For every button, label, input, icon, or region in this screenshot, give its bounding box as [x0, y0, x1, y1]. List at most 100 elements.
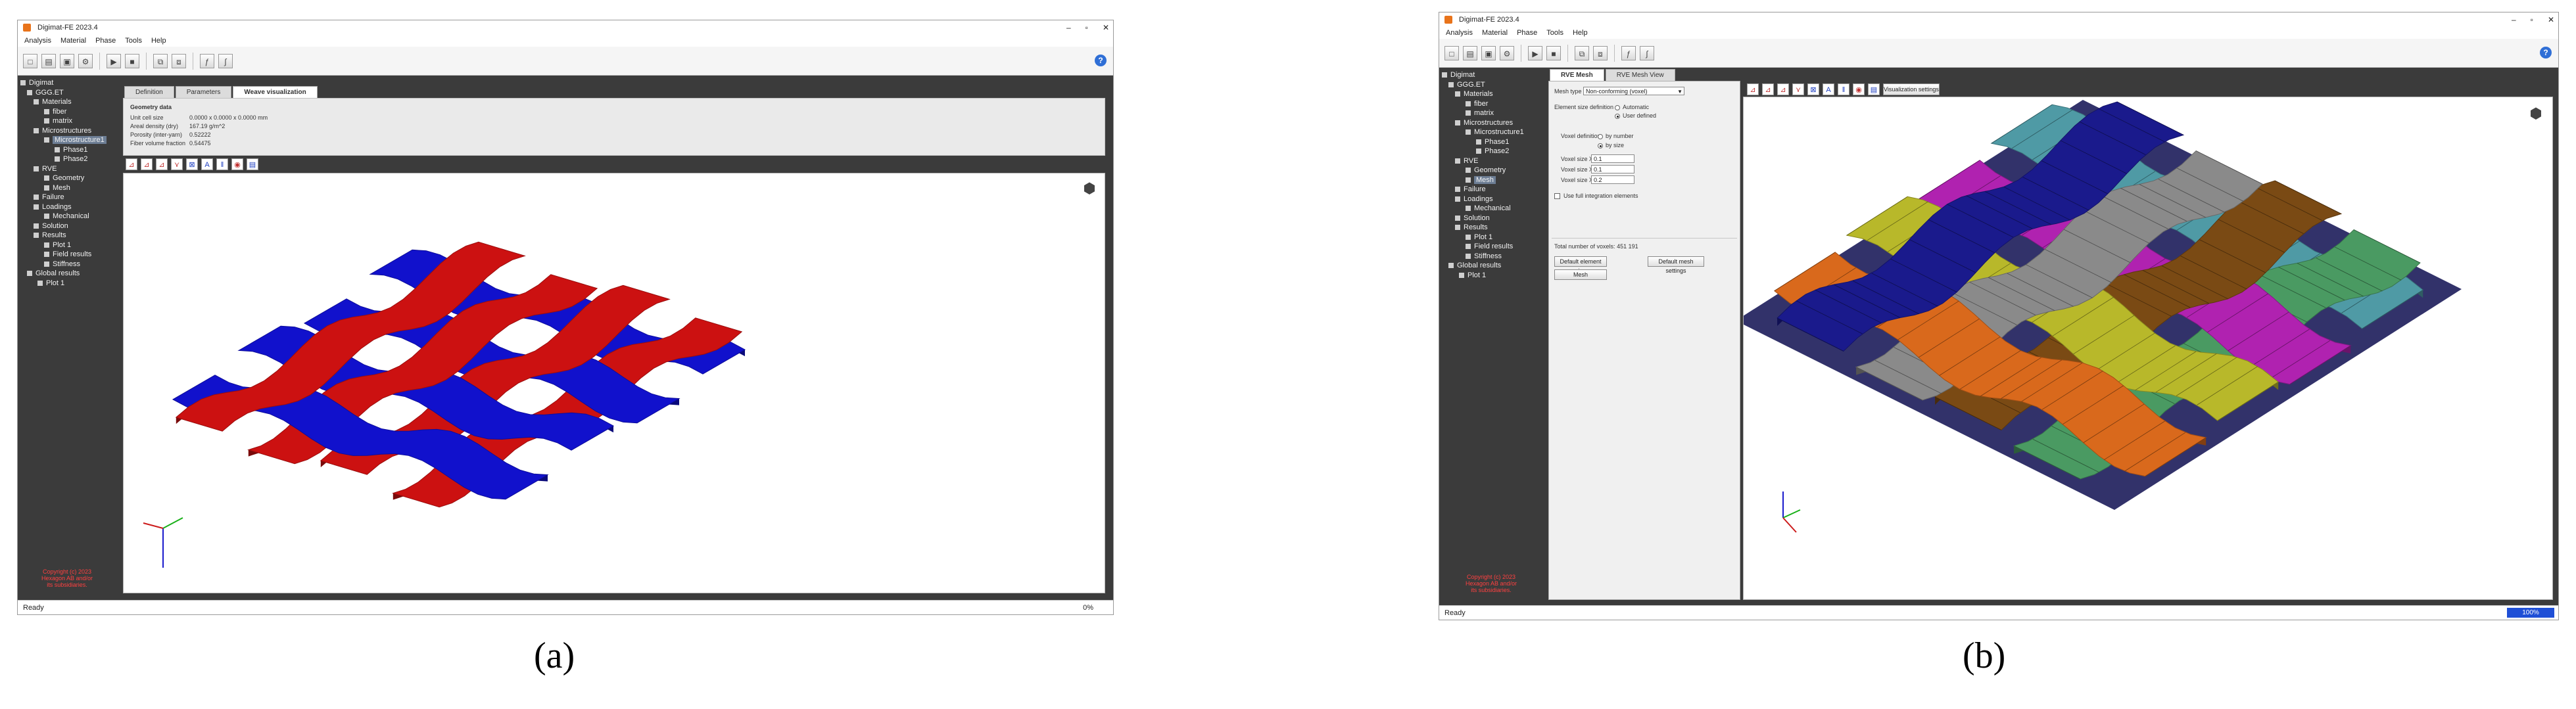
voxel-size-x2-input[interactable]: 0.1 — [1591, 165, 1634, 173]
view-xy-icon[interactable]: ⊿ — [126, 158, 137, 170]
tree-item-microstructure1[interactable]: Microstructure1 — [1439, 127, 1543, 137]
settings-icon[interactable]: ⚙ — [1500, 45, 1514, 60]
tree-item-geometry[interactable]: Geometry — [18, 173, 116, 183]
mesh-viewport[interactable]: ⬢ — [1743, 97, 2553, 600]
tree-item-global-results[interactable]: Global results — [1439, 261, 1543, 271]
tree-item-analysis[interactable]: GGG.ET — [18, 88, 116, 98]
tree-item-failure[interactable]: Failure — [1439, 185, 1543, 194]
tree-item-materials[interactable]: Materials — [1439, 89, 1543, 99]
settings-icon[interactable]: ⚙ — [78, 53, 93, 68]
menu-analysis[interactable]: Analysis — [24, 35, 51, 47]
tree-item-phase1[interactable]: Phase1 — [1439, 137, 1543, 147]
menu-analysis[interactable]: Analysis — [1446, 27, 1473, 39]
stop-icon[interactable]: ■ — [125, 53, 139, 68]
menu-phase[interactable]: Phase — [1517, 27, 1537, 39]
full-integration-checkbox[interactable] — [1554, 193, 1560, 199]
weave-viewport[interactable]: ⬢ — [123, 173, 1105, 593]
tree-item-matrix[interactable]: matrix — [1439, 108, 1543, 118]
mesh-button[interactable]: Mesh — [1554, 269, 1607, 280]
tree-item-results[interactable]: Results — [18, 231, 116, 240]
tree-item-fiber[interactable]: fiber — [1439, 99, 1543, 109]
tree-item-rve[interactable]: RVE — [18, 164, 116, 174]
menu-material[interactable]: Material — [60, 35, 86, 47]
tree-item-fiber[interactable]: fiber — [18, 107, 116, 117]
tree-item-solution[interactable]: Solution — [18, 221, 116, 231]
view-iso-icon[interactable]: ⋎ — [1792, 83, 1804, 95]
paste-icon[interactable]: ⧈ — [1593, 45, 1608, 60]
tree-item-mechanical[interactable]: Mechanical — [1439, 204, 1543, 214]
integral-icon[interactable]: ∫ — [1640, 45, 1654, 60]
ruler-icon[interactable]: ‖ — [216, 158, 228, 170]
tree-item-matrix[interactable]: matrix — [18, 116, 116, 126]
user-defined-radio[interactable] — [1615, 114, 1620, 119]
view-yz-icon[interactable]: ⊿ — [156, 158, 168, 170]
by-size-radio[interactable] — [1598, 143, 1603, 149]
tree-item-global-plot1[interactable]: Plot 1 — [1439, 271, 1543, 281]
export-icon[interactable]: ▤ — [247, 158, 258, 170]
tab-parameters[interactable]: Parameters — [175, 86, 232, 99]
tree-item-plot1[interactable]: Plot 1 — [1439, 233, 1543, 242]
tree-item-solution[interactable]: Solution — [1439, 214, 1543, 223]
annotation-icon[interactable]: A — [1823, 83, 1834, 95]
voxel-size-x3-input[interactable]: 0.2 — [1591, 175, 1634, 184]
copy-icon[interactable]: ⧉ — [1575, 45, 1589, 60]
menu-phase[interactable]: Phase — [95, 35, 116, 47]
paste-icon[interactable]: ⧈ — [172, 53, 186, 68]
tree-item-results[interactable]: Results — [1439, 223, 1543, 233]
annotation-icon[interactable]: A — [201, 158, 213, 170]
tree-item-stiffness[interactable]: Stiffness — [18, 260, 116, 269]
integral-icon[interactable]: ∫ — [218, 53, 233, 68]
tree-item-global-results[interactable]: Global results — [18, 269, 116, 279]
by-number-radio[interactable] — [1598, 134, 1603, 139]
tree-item-mesh[interactable]: Mesh — [18, 183, 116, 193]
tree-item-microstructure1[interactable]: Microstructure1 — [18, 135, 116, 145]
run-icon[interactable]: ▶ — [1528, 45, 1542, 60]
minimize-button[interactable]: – — [1066, 20, 1071, 35]
copy-icon[interactable]: ⧉ — [153, 53, 168, 68]
menu-material[interactable]: Material — [1482, 27, 1508, 39]
mesh-type-select[interactable]: Non-conforming (voxel) ▼ — [1583, 87, 1684, 95]
tree-item-stiffness[interactable]: Stiffness — [1439, 252, 1543, 262]
tree-item-mesh[interactable]: Mesh — [1439, 175, 1543, 185]
menu-tools[interactable]: Tools — [125, 35, 142, 47]
save-icon[interactable]: ▣ — [60, 53, 74, 68]
tab-rve-mesh-view[interactable]: RVE Mesh View — [1605, 69, 1675, 81]
save-icon[interactable]: ▣ — [1481, 45, 1496, 60]
tree-item-phase1[interactable]: Phase1 — [18, 145, 116, 155]
close-button[interactable]: ✕ — [1103, 20, 1109, 35]
screenshot-icon[interactable]: ◉ — [1853, 83, 1865, 95]
tree-item-loadings[interactable]: Loadings — [1439, 194, 1543, 204]
tree-item-digimat[interactable]: Digimat — [18, 78, 116, 88]
fit-view-icon[interactable]: ⊠ — [1807, 83, 1819, 95]
stop-icon[interactable]: ■ — [1546, 45, 1561, 60]
tree-item-mechanical[interactable]: Mechanical — [18, 212, 116, 221]
formula-icon[interactable]: ƒ — [1621, 45, 1636, 60]
tree-item-materials[interactable]: Materials — [18, 97, 116, 107]
new-analysis-icon[interactable]: □ — [23, 53, 37, 68]
maximize-button[interactable]: ▫ — [1085, 20, 1088, 35]
fit-view-icon[interactable]: ⊠ — [186, 158, 198, 170]
menu-tools[interactable]: Tools — [1546, 27, 1563, 39]
view-xz-icon[interactable]: ⊿ — [141, 158, 153, 170]
tab-rve-mesh[interactable]: RVE Mesh — [1550, 69, 1604, 81]
tab-weave-visualization[interactable]: Weave visualization — [233, 86, 318, 99]
tree-item-global-plot1[interactable]: Plot 1 — [18, 279, 116, 288]
tree-item-failure[interactable]: Failure — [18, 193, 116, 202]
view-xz-icon[interactable]: ⊿ — [1762, 83, 1774, 95]
tree-item-geometry[interactable]: Geometry — [1439, 166, 1543, 175]
visualization-settings-button[interactable]: Visualization settings — [1883, 83, 1940, 95]
minimize-button[interactable]: – — [2512, 12, 2516, 27]
tree-item-plot1[interactable]: Plot 1 — [18, 240, 116, 250]
tree-item-microstructures[interactable]: Microstructures — [18, 126, 116, 136]
tree-item-field-results[interactable]: Field results — [18, 250, 116, 260]
view-xy-icon[interactable]: ⊿ — [1747, 83, 1759, 95]
question-mark-icon[interactable]: ? — [2540, 47, 2552, 58]
maximize-button[interactable]: ▫ — [2531, 12, 2533, 27]
open-icon[interactable]: ▤ — [1463, 45, 1477, 60]
close-button[interactable]: ✕ — [2548, 12, 2554, 27]
view-iso-icon[interactable]: ⋎ — [171, 158, 183, 170]
run-icon[interactable]: ▶ — [107, 53, 121, 68]
formula-icon[interactable]: ƒ — [200, 53, 214, 68]
tree-item-microstructures[interactable]: Microstructures — [1439, 118, 1543, 128]
tree-item-digimat[interactable]: Digimat — [1439, 70, 1543, 80]
